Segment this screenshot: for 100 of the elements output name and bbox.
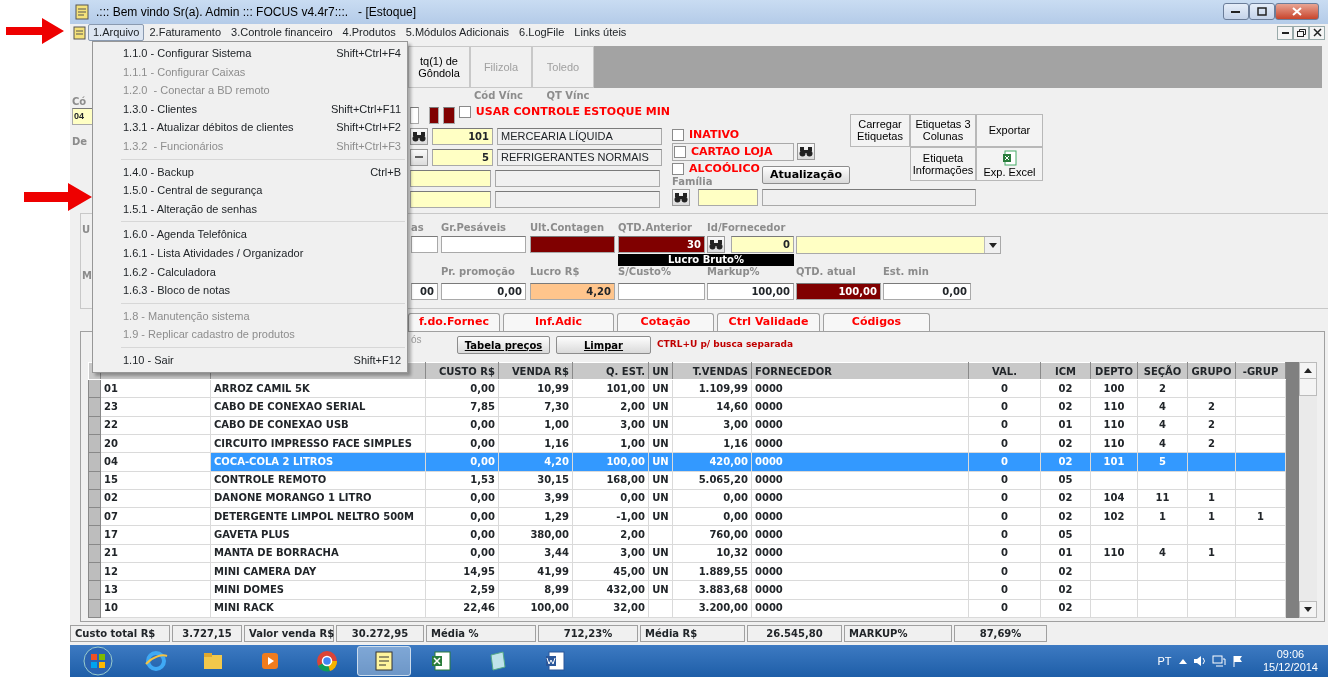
table-row[interactable]: 02 DANONE MORANGO 1 LITRO 0,00 3,99 0,00 UN 0,00 0000 0 02 104 11 1 — [88, 489, 1286, 508]
table-row[interactable]: 20 CIRCUITO IMPRESSO FACE SIMPLES 0,00 1,16 1,00 UN 1,16 0000 0 02 110 4 2 — [88, 434, 1286, 453]
flag-icon[interactable] — [1231, 655, 1244, 668]
network-icon[interactable] — [1212, 655, 1227, 668]
input-field[interactable] — [410, 169, 491, 187]
action-button[interactable]: Carregar Etiquetas — [850, 113, 910, 147]
input-field[interactable] — [698, 188, 758, 206]
menu-item[interactable]: 3.Controle financeiro — [226, 24, 338, 42]
link-code-field[interactable] — [428, 106, 439, 124]
menu-item[interactable]: Links úteis — [569, 24, 632, 42]
input-field[interactable]: 100,00 — [707, 283, 794, 301]
column-header[interactable]: DEPTO — [1090, 362, 1138, 380]
code-field[interactable]: 101 — [432, 127, 493, 145]
input-field[interactable] — [411, 236, 438, 254]
menu-item[interactable]: 1.10 - Sair Shift+F12 — [95, 350, 405, 370]
maximize-button[interactable] — [1248, 3, 1275, 21]
table-row[interactable]: 01 ARROZ CAMIL 5K 0,00 10,99 101,00 UN 1.109,99 0000 0 02 100 2 — [88, 379, 1286, 398]
menu-item[interactable]: 1.4.0 - Backup Ctrl+B — [95, 162, 405, 182]
input-field[interactable]: 4,20 — [530, 283, 615, 301]
checkbox[interactable] — [674, 145, 686, 158]
input-field[interactable] — [495, 190, 660, 208]
column-header[interactable]: T.VENDAS — [672, 362, 752, 380]
restore-button[interactable] — [1293, 25, 1310, 40]
menu-item[interactable]: 1.3.1 - Atualizar débitos de clientes Shift+Ctrl+F2 — [95, 118, 405, 137]
name-field[interactable]: REFRIGERANTES NORMAIS — [497, 148, 662, 166]
menu-item[interactable]: 1.5.0 - Central de segurança — [95, 181, 405, 200]
column-header[interactable]: FORNECEDOR — [751, 362, 969, 380]
tab[interactable]: Cotação — [617, 313, 714, 332]
clock-time[interactable]: 09:06 — [1262, 648, 1318, 662]
menu-item[interactable]: 6.LogFile — [514, 24, 570, 42]
search-button[interactable] — [672, 188, 690, 206]
checkbox[interactable] — [672, 162, 684, 175]
column-header[interactable]: VAL. — [968, 362, 1041, 380]
table-row[interactable]: 17 GAVETA PLUS 0,00 380,00 2,00 760,00 0000 0 05 — [88, 525, 1286, 545]
taskbar-button[interactable] — [357, 646, 411, 677]
column-header[interactable]: Q. EST. — [572, 362, 649, 380]
minimize-button[interactable] — [1222, 3, 1249, 21]
tab[interactable]: Inf.Adic — [503, 313, 614, 332]
input-field[interactable] — [410, 106, 420, 124]
table-row[interactable]: 04 COCA-COLA 2 LITROS 0,00 4,20 100,00 UN 420,00 0000 0 02 101 5 — [88, 452, 1286, 472]
table-row[interactable]: 15 CONTROLE REMOTO 1,53 30,15 168,00 UN 5.065,20 0000 0 05 — [88, 471, 1286, 490]
table-row[interactable]: 22 CABO DE CONEXAO USB 0,00 1,00 3,00 UN 3,00 0000 0 01 110 4 2 — [88, 416, 1286, 435]
name-field[interactable]: MERCEARIA LÍQUIDA — [497, 127, 662, 145]
input-field[interactable] — [441, 236, 526, 254]
menu-item[interactable]: 1.6.3 - Bloco de notas — [95, 281, 405, 300]
tab[interactable]: f.do.Fornec — [408, 313, 500, 332]
action-button[interactable]: Etiquetas 3 Colunas — [910, 113, 976, 147]
table-row[interactable]: 21 MANTA DE BORRACHA 0,00 3,44 3,00 UN 10,32 0000 0 01 110 4 1 — [88, 544, 1286, 563]
minimize-button[interactable] — [1277, 25, 1294, 40]
search-button[interactable] — [410, 127, 428, 145]
column-header[interactable]: CUSTO R$ — [425, 362, 499, 380]
input-field[interactable]: 30 — [618, 236, 705, 254]
input-field[interactable]: 0 — [731, 236, 794, 254]
input-field[interactable] — [495, 169, 660, 187]
code-field[interactable]: 5 — [432, 148, 493, 166]
tab[interactable]: Ctrl Validade — [717, 313, 820, 332]
button[interactable] — [410, 148, 428, 166]
table-row[interactable]: 12 MINI CAMERA DAY 14,95 41,99 45,00 UN 1.889,55 0000 0 02 — [88, 562, 1286, 581]
input-field[interactable] — [618, 283, 705, 301]
action-button[interactable]: Exportar — [976, 113, 1043, 147]
column-header[interactable]: GRUPO — [1187, 362, 1236, 380]
dropdown-field[interactable] — [796, 236, 1001, 255]
menu-item[interactable]: 1.6.0 - Agenda Telefônica — [95, 225, 405, 244]
table-row[interactable]: 10 MINI RACK 22,46 100,00 32,00 3.200,00 0000 0 02 — [88, 599, 1286, 618]
table-row[interactable]: 13 MINI DOMES 2,59 8,99 432,00 UN 3.883,68 0000 0 02 — [88, 580, 1286, 600]
action-button[interactable]: Exp. Excel — [976, 146, 1043, 181]
speaker-icon[interactable] — [1192, 655, 1207, 668]
clock-date[interactable]: 15/12/2014 — [1262, 661, 1318, 675]
column-header[interactable]: SEÇÃO — [1137, 362, 1188, 380]
input-field[interactable]: 100,00 — [796, 283, 881, 301]
input-field[interactable] — [530, 236, 615, 254]
input-field[interactable]: 00 — [411, 283, 438, 301]
close-button[interactable] — [1309, 25, 1326, 40]
tab[interactable]: Códigos — [823, 313, 930, 332]
input-field[interactable] — [410, 190, 491, 208]
table-row[interactable]: 23 CABO DE CONEXAO SERIAL 7,85 7,30 2,00 UN 14,60 0000 0 02 110 4 2 — [88, 397, 1286, 417]
menu-item[interactable]: 5.Módulos Adicionais — [400, 24, 515, 42]
input-field[interactable]: 0,00 — [441, 283, 526, 301]
toolbar-button[interactable]: Tabela preços — [457, 336, 550, 355]
menu-item[interactable]: 1.6.2 - Calculadora — [95, 262, 405, 282]
scroll-thumb[interactable] — [1299, 378, 1317, 397]
menu-item[interactable]: 1.1.0 - Configurar Sistema Shift+Ctrl+F4 — [95, 44, 405, 63]
column-header[interactable]: UN — [648, 362, 673, 380]
menu-item[interactable]: 2.Faturamento — [144, 24, 227, 42]
table-row[interactable]: 07 DETERGENTE LIMPOL NELTRO 500M 0,00 1,29 -1,00 UN 0,00 0000 0 02 102 1 1 1 — [88, 507, 1286, 526]
input-field[interactable]: 0,00 — [883, 283, 971, 301]
show-hidden-icon[interactable] — [1179, 658, 1188, 664]
scroll-down-button[interactable] — [1299, 601, 1317, 619]
menu-item[interactable]: 1.5.1 - Alteração de senhas — [95, 199, 405, 219]
search-button[interactable] — [707, 236, 725, 254]
column-header[interactable]: VENDA R$ — [498, 362, 573, 380]
link-quantity-field[interactable] — [443, 106, 455, 124]
language-indicator[interactable]: PT — [1157, 652, 1172, 670]
column-header[interactable]: -GRUP — [1235, 362, 1286, 380]
menu-item[interactable]: 1.3.0 - Clientes Shift+Ctrl+F11 — [95, 99, 405, 119]
checkbox[interactable] — [458, 106, 471, 119]
menu-item[interactable]: 4.Produtos — [337, 24, 401, 42]
toolbar-button[interactable]: Limpar — [556, 336, 651, 355]
search-button[interactable] — [796, 143, 815, 161]
input-field[interactable] — [762, 188, 976, 206]
